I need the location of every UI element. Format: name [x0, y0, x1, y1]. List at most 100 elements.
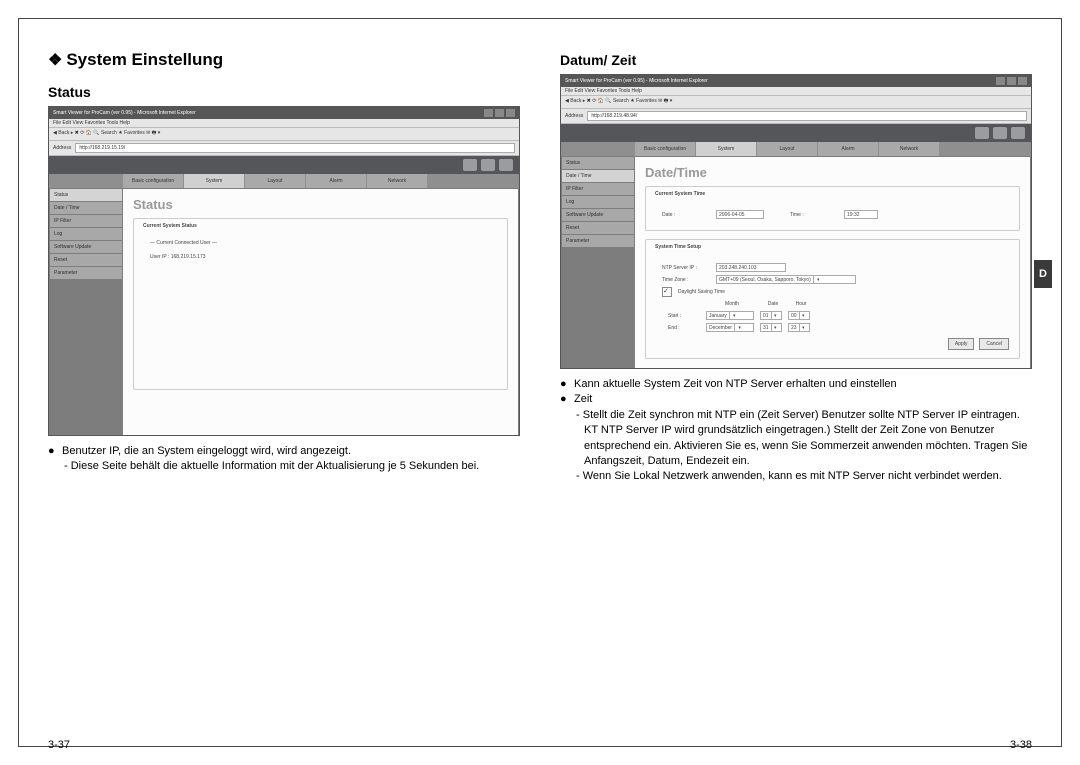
- address-input[interactable]: http://168.219.48.94/: [587, 111, 1027, 121]
- time-display: 19:32: [844, 210, 878, 219]
- dst-checkbox[interactable]: [662, 287, 672, 297]
- right-bullets: ●Kann aktuelle System Zeit von NTP Serve…: [560, 377, 1032, 485]
- topbar-icon[interactable]: [1011, 127, 1025, 139]
- tab-basic-config[interactable]: Basic configuration: [635, 142, 695, 156]
- sidebar-item-reset[interactable]: Reset: [50, 254, 122, 266]
- apply-button[interactable]: Apply: [948, 338, 975, 350]
- ie-menu-bar[interactable]: File Edit View Favorites Tools Help: [561, 87, 1031, 96]
- dst-end-month[interactable]: December▾: [706, 323, 754, 332]
- sidebar-item-datetime[interactable]: Date / Time: [50, 202, 122, 214]
- sidebar-item-software-update[interactable]: Software Update: [562, 209, 634, 221]
- tab-system[interactable]: System: [184, 174, 244, 188]
- sidebar-item-status[interactable]: Status: [50, 189, 122, 201]
- bullet-text: Benutzer IP, die an System eingeloggt wi…: [62, 444, 520, 459]
- app-viewport: Basic configuration System Layout Alarm …: [49, 156, 519, 436]
- minimize-icon[interactable]: [996, 77, 1005, 85]
- side-thumb-tab: D: [1034, 260, 1052, 288]
- document-page: D ❖System Einstellung Status Smart Viewe…: [0, 0, 1080, 765]
- bullet-sub: - Stellt die Zeit synchron mit NTP ein (…: [560, 408, 1032, 470]
- date-label: Date :: [662, 211, 710, 219]
- sidebar-item-ipfilter[interactable]: IP Filter: [50, 215, 122, 227]
- dst-col-heads: Month Date Hour: [708, 300, 1009, 308]
- window-controls: [484, 109, 515, 117]
- timezone-label: Time Zone :: [662, 276, 710, 284]
- sidebar-item-parameter[interactable]: Parameter: [562, 235, 634, 247]
- dst-end-label: End :: [668, 324, 700, 332]
- panel-datetime: Date/Time Current System Time Date : 200…: [635, 157, 1030, 369]
- page-number-left: 3-37: [48, 739, 70, 751]
- right-column: Datum/ Zeit Smart Viewer for ProCam (ver…: [560, 50, 1032, 725]
- dst-end-hour[interactable]: 23▾: [788, 323, 810, 332]
- sidebar-item-status[interactable]: Status: [562, 157, 634, 169]
- dst-end-date[interactable]: 31▾: [760, 323, 782, 332]
- sidebar-item-log[interactable]: Log: [50, 228, 122, 240]
- topbar-icon[interactable]: [975, 127, 989, 139]
- tab-layout[interactable]: Layout: [757, 142, 817, 156]
- tab-basic-config[interactable]: Basic configuration: [123, 174, 183, 188]
- timezone-select[interactable]: GMT+09 (Seoul, Osaka, Sapporo, Tokyo)▾: [716, 275, 856, 284]
- panel-status: Status Current System Status — Current C…: [123, 189, 518, 436]
- sidebar-item-datetime[interactable]: Date / Time: [562, 170, 634, 182]
- dst-label: Daylight Saving Time: [678, 288, 725, 296]
- time-label: Time :: [790, 211, 838, 219]
- dst-start-date[interactable]: 01▾: [760, 311, 782, 320]
- window-controls: [996, 77, 1027, 85]
- ie-toolbar[interactable]: ◀ Back ▸ ✖ ⟳ 🏠 🔍 Search ★ Favorites ✉ 🖶 …: [561, 96, 1031, 109]
- maximize-icon[interactable]: [1007, 77, 1016, 85]
- status-box: Current System Status — Current Connecte…: [133, 218, 508, 390]
- app-titlebar: [561, 124, 1031, 142]
- sidebar-item-reset[interactable]: Reset: [562, 222, 634, 234]
- box-heading: System Time Setup: [652, 244, 704, 250]
- topbar-icon[interactable]: [993, 127, 1007, 139]
- dst-start-hour[interactable]: 00▾: [788, 311, 810, 320]
- tab-layout[interactable]: Layout: [245, 174, 305, 188]
- tab-network[interactable]: Network: [367, 174, 427, 188]
- ntp-input[interactable]: 203.248.240.103: [716, 263, 786, 272]
- bullet-text: Zeit: [574, 392, 1032, 407]
- close-icon[interactable]: [506, 109, 515, 117]
- sidebar-item-ipfilter[interactable]: IP Filter: [562, 183, 634, 195]
- app-sidebar: Status Date / Time IP Filter Log Softwar…: [49, 188, 123, 436]
- sidebar-item-log[interactable]: Log: [562, 196, 634, 208]
- app-sidebar: Status Date / Time IP Filter Log Softwar…: [561, 156, 635, 369]
- status-line: — Current Connected User —: [150, 239, 497, 247]
- sidebar-item-software-update[interactable]: Software Update: [50, 241, 122, 253]
- left-column: ❖System Einstellung Status Smart Viewer …: [48, 50, 520, 725]
- window-titlebar: Smart Viewer for ProCam (ver 0.95) - Mic…: [49, 107, 519, 119]
- maximize-icon[interactable]: [495, 109, 504, 117]
- box-current-time: Current System Time Date : 2006-04-05 Ti…: [645, 186, 1020, 231]
- address-label: Address: [53, 145, 71, 151]
- bullet-sub: - Diese Seite behält die aktuelle Inform…: [48, 459, 520, 474]
- tab-system[interactable]: System: [696, 142, 756, 156]
- topbar-icon[interactable]: [481, 159, 495, 171]
- dst-start-month[interactable]: January▾: [706, 311, 754, 320]
- ntp-label: NTP Server IP :: [662, 264, 710, 272]
- subsection-heading-datetime: Datum/ Zeit: [560, 52, 1032, 68]
- topbar-icon[interactable]: [499, 159, 513, 171]
- tab-network[interactable]: Network: [879, 142, 939, 156]
- tab-alarm[interactable]: Alarm: [306, 174, 366, 188]
- app-tabs: Basic configuration System Layout Alarm …: [561, 142, 1031, 156]
- screenshot-datetime: Smart Viewer for ProCam (ver 0.95) - Mic…: [560, 74, 1032, 369]
- ie-toolbar[interactable]: ◀ Back ▸ ✖ ⟳ 🏠 🔍 Search ★ Favorites ✉ 🖶 …: [49, 128, 519, 141]
- window-titlebar: Smart Viewer for ProCam (ver 0.95) - Mic…: [561, 75, 1031, 87]
- topbar-icon[interactable]: [463, 159, 477, 171]
- page-content: D ❖System Einstellung Status Smart Viewe…: [48, 50, 1032, 725]
- address-label: Address: [565, 113, 583, 119]
- box-heading: Current System Status: [140, 223, 200, 229]
- address-input[interactable]: http://168.219.15.19/: [75, 143, 515, 153]
- bullet-sub: - Wenn Sie Lokal Netzwerk anwenden, kann…: [560, 469, 1032, 484]
- app-viewport: Basic configuration System Layout Alarm …: [561, 124, 1031, 369]
- box-time-setup: System Time Setup NTP Server IP : 203.24…: [645, 239, 1020, 359]
- cancel-button[interactable]: Cancel: [979, 338, 1009, 350]
- window-title: Smart Viewer for ProCam (ver 0.95) - Mic…: [53, 110, 196, 116]
- close-icon[interactable]: [1018, 77, 1027, 85]
- section-heading: ❖System Einstellung: [48, 50, 520, 70]
- ie-menu-bar[interactable]: File Edit View Favorites Tools Help: [49, 119, 519, 128]
- tab-alarm[interactable]: Alarm: [818, 142, 878, 156]
- status-line-ip: User IP : 168.219.15.173: [150, 253, 497, 261]
- app-tabs: Basic configuration System Layout Alarm …: [49, 174, 519, 188]
- sidebar-item-parameter[interactable]: Parameter: [50, 267, 122, 279]
- minimize-icon[interactable]: [484, 109, 493, 117]
- ie-address-bar: Address http://168.219.15.19/: [49, 141, 519, 156]
